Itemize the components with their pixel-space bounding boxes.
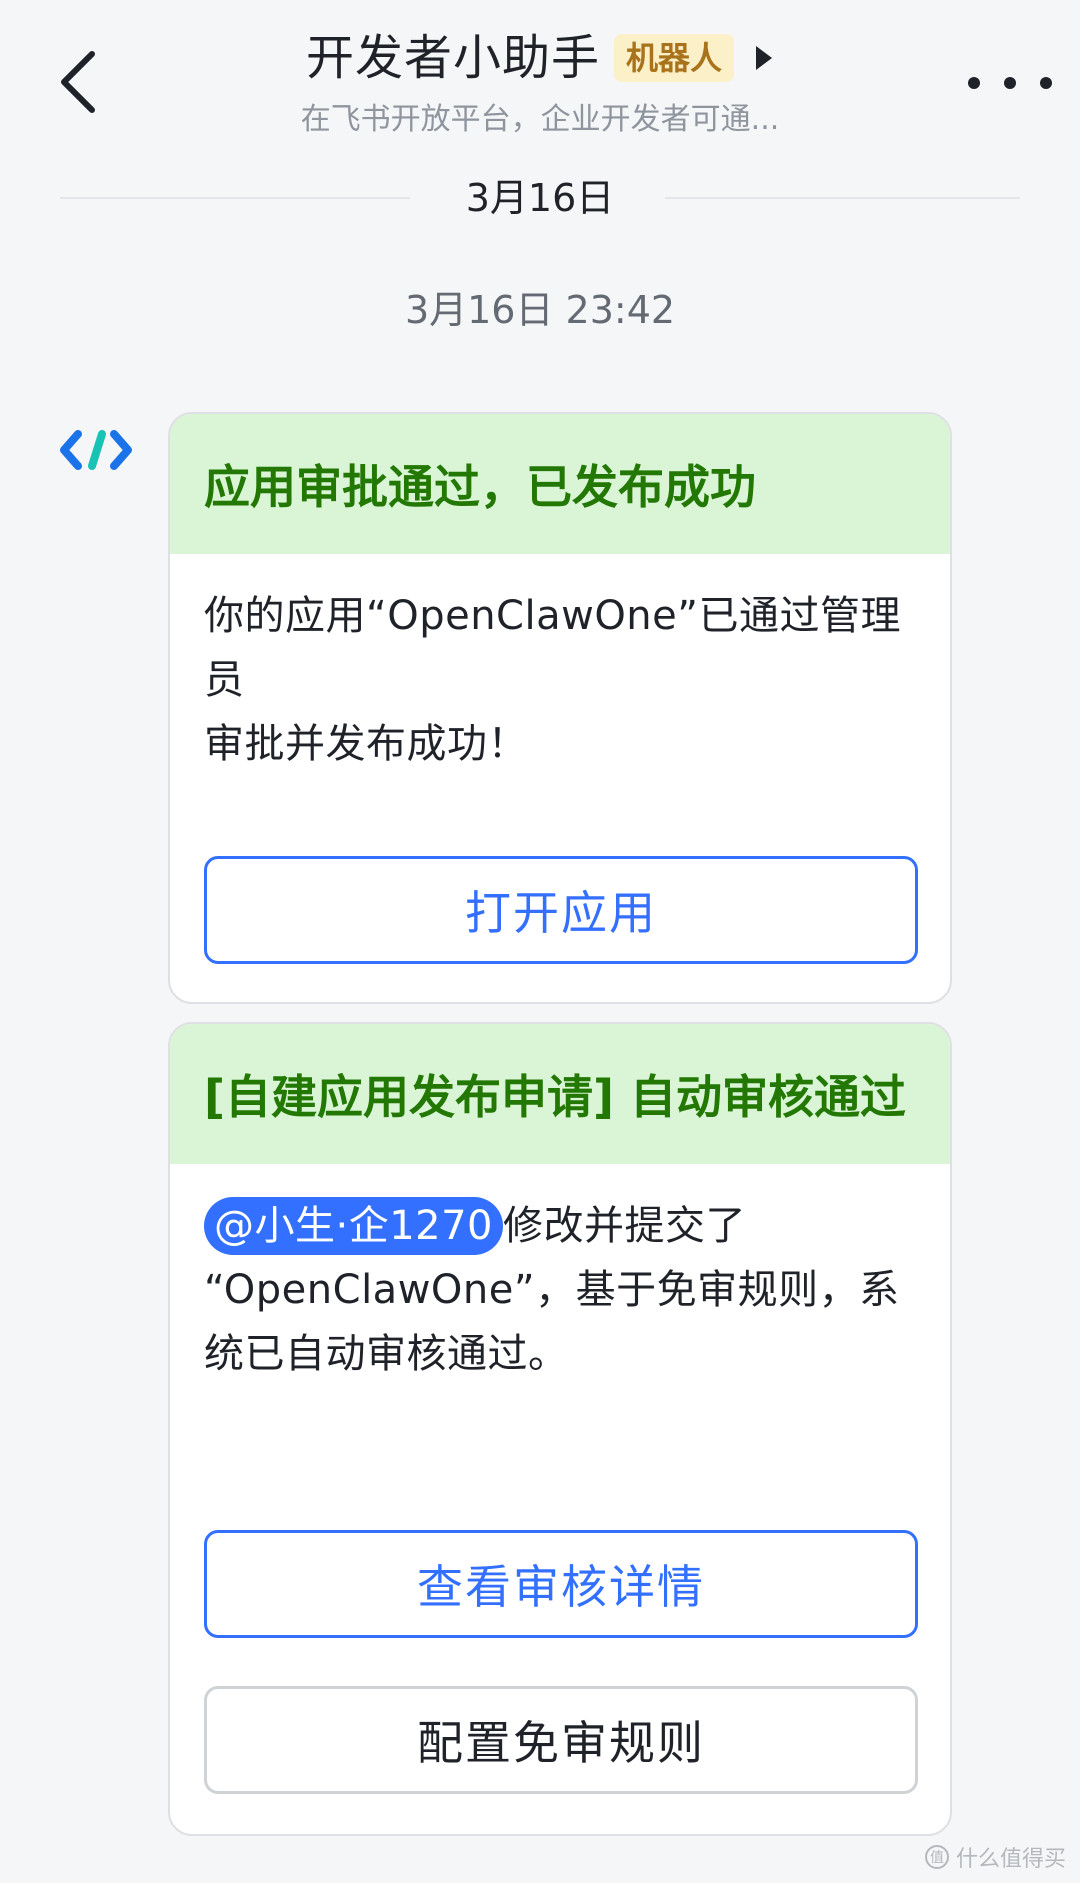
divider-line-right — [665, 197, 1020, 199]
card-body-line: @小生·企1270 修改并提交了 — [204, 1194, 916, 1258]
card-title: [自建应用发布申请] 自动审核通过 — [170, 1024, 950, 1164]
card-body-text: 修改并提交了 — [503, 1203, 747, 1249]
watermark-logo-icon: 值 — [924, 1845, 949, 1869]
bot-badge: 机器人 — [614, 34, 735, 82]
approval-success-card: 应用审批通过，已发布成功 你的应用“OpenClawOne”已通过管理员 审批并… — [168, 412, 952, 1004]
card-body-line: “OpenClawOne”，基于免审规则，系 — [204, 1267, 900, 1313]
chat-subtitle: 在飞书开放平台，企业开发者可通... — [300, 102, 780, 137]
caret-right-icon[interactable] — [754, 44, 774, 72]
date-divider: 3月16日 — [60, 168, 1020, 228]
view-review-details-button[interactable]: 查看审核详情 — [204, 1530, 918, 1638]
card-body-line: 审批并发布成功！ — [204, 721, 528, 767]
message-timestamp: 3月16日 23:42 — [404, 288, 676, 332]
developer-assistant-logo-icon[interactable] — [56, 420, 136, 480]
watermark: 值 什么值得买 — [924, 1841, 1066, 1873]
open-app-button[interactable]: 打开应用 — [204, 856, 918, 964]
user-mention[interactable]: @小生·企1270 — [204, 1197, 504, 1255]
card-body: 你的应用“OpenClawOne”已通过管理员 审批并发布成功！ — [170, 554, 950, 776]
card-title: 应用审批通过，已发布成功 — [170, 414, 950, 554]
chat-title[interactable]: 开发者小助手 — [306, 28, 600, 88]
chat-header: 开发者小助手 机器人 在飞书开放平台，企业开发者可通... — [0, 0, 1080, 160]
watermark-text: 什么值得买 — [955, 1847, 1066, 1872]
card-body: @小生·企1270 修改并提交了 “OpenClawOne”，基于免审规则，系 统… — [170, 1164, 950, 1386]
configure-exemption-rules-button[interactable]: 配置免审规则 — [204, 1686, 918, 1794]
svg-text:值: 值 — [930, 1850, 944, 1866]
card-body-line: 你的应用“OpenClawOne”已通过管理员 — [204, 593, 901, 703]
title-row: 开发者小助手 机器人 — [0, 28, 1080, 88]
card-body-line: 统已自动审核通过。 — [204, 1331, 569, 1377]
more-dots-icon[interactable] — [960, 68, 1060, 98]
auto-review-card: [自建应用发布申请] 自动审核通过 @小生·企1270 修改并提交了 “OpenC… — [168, 1022, 952, 1836]
